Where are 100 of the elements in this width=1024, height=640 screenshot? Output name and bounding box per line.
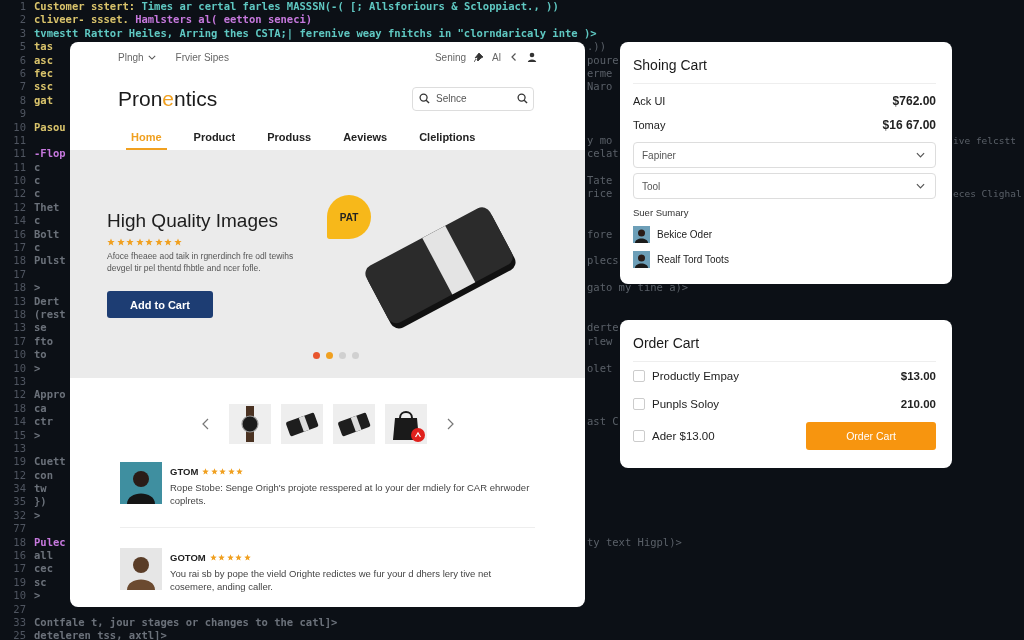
dropdown[interactable]: Tool bbox=[633, 173, 936, 199]
item-label: Punpls Soloy bbox=[652, 398, 720, 410]
code-text: Pulst bbox=[33, 254, 66, 268]
line-number: 6 bbox=[18, 66, 27, 81]
code-text: gat bbox=[33, 93, 53, 108]
code-text: derte bbox=[587, 321, 619, 335]
item-price: $13.00 bbox=[900, 370, 936, 382]
code-text: > bbox=[33, 281, 41, 295]
code-text: Contfale t, jour stages or changes to the catl]> bbox=[34, 615, 338, 628]
line-number: 32 bbox=[12, 508, 27, 523]
item-label: Ack UI bbox=[633, 95, 666, 107]
photo-placeholder bbox=[120, 462, 162, 504]
nav-tab[interactable]: Product bbox=[188, 125, 241, 150]
code-text: ssc bbox=[33, 80, 53, 94]
user-name[interactable]: Bekice Oder bbox=[657, 229, 713, 240]
code-text: ive felcstt bbox=[953, 133, 1016, 148]
reviewer-name: GTOM bbox=[170, 466, 199, 477]
code-text: olet bbox=[587, 361, 613, 375]
user-icon[interactable] bbox=[527, 52, 537, 62]
code-text: fto bbox=[33, 334, 53, 349]
photo-placeholder bbox=[633, 251, 650, 268]
menu-dropdown[interactable]: Plngh bbox=[118, 51, 156, 63]
line-number: 6 bbox=[18, 53, 27, 67]
line-number: 35 bbox=[12, 495, 27, 509]
checkbox[interactable] bbox=[633, 430, 645, 442]
hero-description: Afoce fheaee aod taik in rgnerdinch fre odl tewihs devgel tir pel thentd fhbtle and ncer fofle. bbox=[107, 251, 295, 274]
checkbox[interactable] bbox=[633, 370, 645, 382]
code-text: deteleren tss, axtl]> bbox=[34, 629, 167, 640]
code-text: }) bbox=[33, 495, 47, 509]
code-text: Thet bbox=[33, 200, 60, 215]
line-number: 18 bbox=[12, 535, 27, 550]
code-text: c bbox=[33, 241, 41, 255]
review-text: You rai sb by pope the vield Orighte redictes we fur your d dhers lery tive net cosemere, anding caller. bbox=[170, 567, 493, 593]
code-text: Naro bbox=[587, 80, 613, 94]
line-number: 18 bbox=[12, 254, 27, 268]
item-price: $16 67.00 bbox=[882, 118, 936, 132]
line-number: 19 bbox=[12, 455, 27, 469]
line-number: 13 bbox=[12, 441, 27, 456]
pin-icon[interactable] bbox=[474, 52, 485, 62]
chevron-down-icon bbox=[147, 54, 156, 60]
line-number: 10 bbox=[12, 174, 27, 188]
settings-link[interactable]: Sening bbox=[434, 51, 467, 63]
code-text: c bbox=[33, 214, 41, 228]
code-text: tw bbox=[33, 482, 47, 496]
code-text: c bbox=[33, 160, 41, 175]
line-number: 2 bbox=[18, 13, 27, 27]
item-label: Tomay bbox=[633, 119, 666, 131]
line-number: 7 bbox=[18, 80, 27, 94]
line-number: 12 bbox=[12, 468, 27, 483]
chevron-left-icon[interactable] bbox=[509, 52, 519, 62]
line-number: 18 bbox=[12, 308, 27, 322]
line-number: 14 bbox=[12, 415, 27, 429]
nav-tab[interactable]: Cleliptions bbox=[414, 125, 481, 150]
chevron-right-icon bbox=[446, 418, 454, 430]
logo-text: Pronentics bbox=[118, 86, 218, 111]
carousel-dot[interactable] bbox=[352, 352, 359, 359]
chevron-down-icon bbox=[916, 152, 925, 158]
add-to-cart-button[interactable]: Add to Cart bbox=[107, 291, 213, 318]
line-number: 25 bbox=[12, 629, 27, 640]
code-text: Bolt bbox=[33, 227, 60, 242]
carousel-dot[interactable] bbox=[326, 352, 333, 359]
line-number: 18 bbox=[12, 281, 27, 295]
code-text: tas bbox=[33, 40, 53, 54]
reviewer-name: GOTOM bbox=[170, 552, 206, 563]
line-number: 1 bbox=[18, 0, 27, 14]
code-text: cliveer- ssset. bbox=[34, 13, 129, 26]
code-text: -Flop bbox=[33, 147, 66, 161]
carousel-dot[interactable] bbox=[339, 352, 346, 359]
chevron-left-icon bbox=[201, 418, 209, 430]
speech-bubble-badge: PAT bbox=[327, 195, 371, 239]
item-price: $762.00 bbox=[892, 94, 936, 108]
line-number: 17 bbox=[12, 241, 27, 255]
user-name[interactable]: Realf Tord Toots bbox=[657, 254, 729, 265]
nav-tab[interactable]: Aeviews bbox=[338, 125, 393, 150]
line-number: 12 bbox=[12, 200, 27, 215]
nav-tab[interactable]: Produss bbox=[262, 125, 317, 150]
search-field[interactable]: Selnce bbox=[412, 86, 534, 111]
line-number: 17 bbox=[12, 562, 27, 576]
code-text: y mo bbox=[587, 133, 613, 148]
checkbox[interactable] bbox=[633, 398, 645, 410]
line-number: 10 bbox=[12, 120, 27, 134]
code-text: poure bbox=[587, 53, 619, 67]
item-label: Productly Empay bbox=[652, 370, 739, 382]
search-button[interactable] bbox=[517, 92, 528, 104]
item-label: Ader $13.00 bbox=[652, 430, 715, 442]
code-text: to bbox=[33, 348, 47, 362]
code-text: Hamlsters al( eetton seneci) bbox=[134, 13, 313, 26]
nav-link[interactable]: Frvier Sipes bbox=[175, 51, 229, 63]
carousel-dot[interactable] bbox=[313, 352, 320, 359]
line-number: 14 bbox=[12, 214, 27, 228]
code-text: ctr bbox=[33, 415, 53, 429]
code-text: rice bbox=[587, 187, 613, 201]
line-number: 11 bbox=[12, 147, 27, 161]
code-text: Appro bbox=[33, 388, 66, 402]
line-number: 17 bbox=[12, 267, 27, 282]
code-text: > bbox=[33, 508, 41, 523]
chevron-down-icon bbox=[916, 183, 925, 189]
dropdown[interactable]: Fapiner bbox=[633, 142, 936, 168]
item-price: 210.00 bbox=[900, 398, 936, 410]
card-title: Order Cart bbox=[633, 320, 936, 362]
